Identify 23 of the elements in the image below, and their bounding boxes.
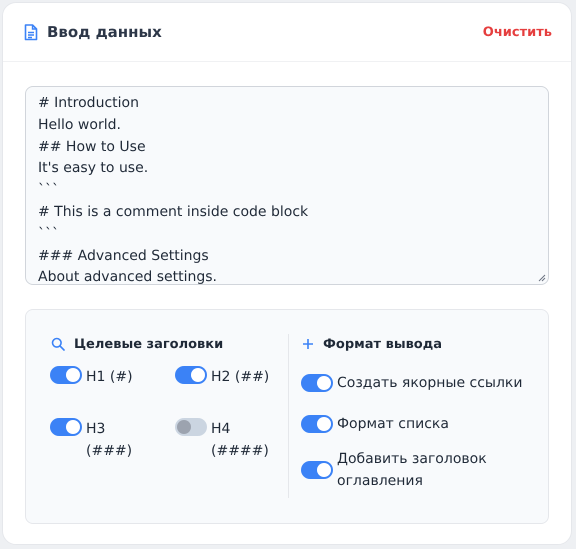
clear-button[interactable]: Очистить <box>482 24 552 40</box>
resize-handle-icon[interactable] <box>538 274 546 282</box>
toggle-label: Формат списка <box>337 414 449 434</box>
toggle-switch[interactable] <box>50 366 82 384</box>
section-title: Формат вывода <box>323 336 442 352</box>
panel-title: Ввод данных <box>47 23 162 41</box>
toggle-switch[interactable] <box>301 414 333 432</box>
section-title: Целевые заголовки <box>74 336 224 352</box>
toggle-switch[interactable] <box>50 418 82 436</box>
toggle-label: H4 (####) <box>211 420 270 461</box>
toggle-label: H2 (##) <box>211 368 270 387</box>
markdown-input[interactable]: # Introduction Hello world. ## How to Use It's easy to use. ``` # This is a comment inside code block ``` ### Advanced Settings About advanced settings. <box>25 86 549 285</box>
plus-icon <box>302 338 314 350</box>
toggle-switch[interactable] <box>175 418 207 436</box>
toggle-label: H3 (###) <box>86 420 134 461</box>
toggle-label: H1 (#) <box>86 368 133 387</box>
toggle-switch[interactable] <box>301 461 333 479</box>
document-icon <box>24 24 38 40</box>
search-icon <box>51 337 65 351</box>
toggle-switch[interactable] <box>301 374 333 392</box>
toggle-switch[interactable] <box>175 366 207 384</box>
toggle-label: Добавить заголовок оглавления <box>337 450 488 491</box>
toggle-label: Создать якорные ссылки <box>337 374 522 392</box>
